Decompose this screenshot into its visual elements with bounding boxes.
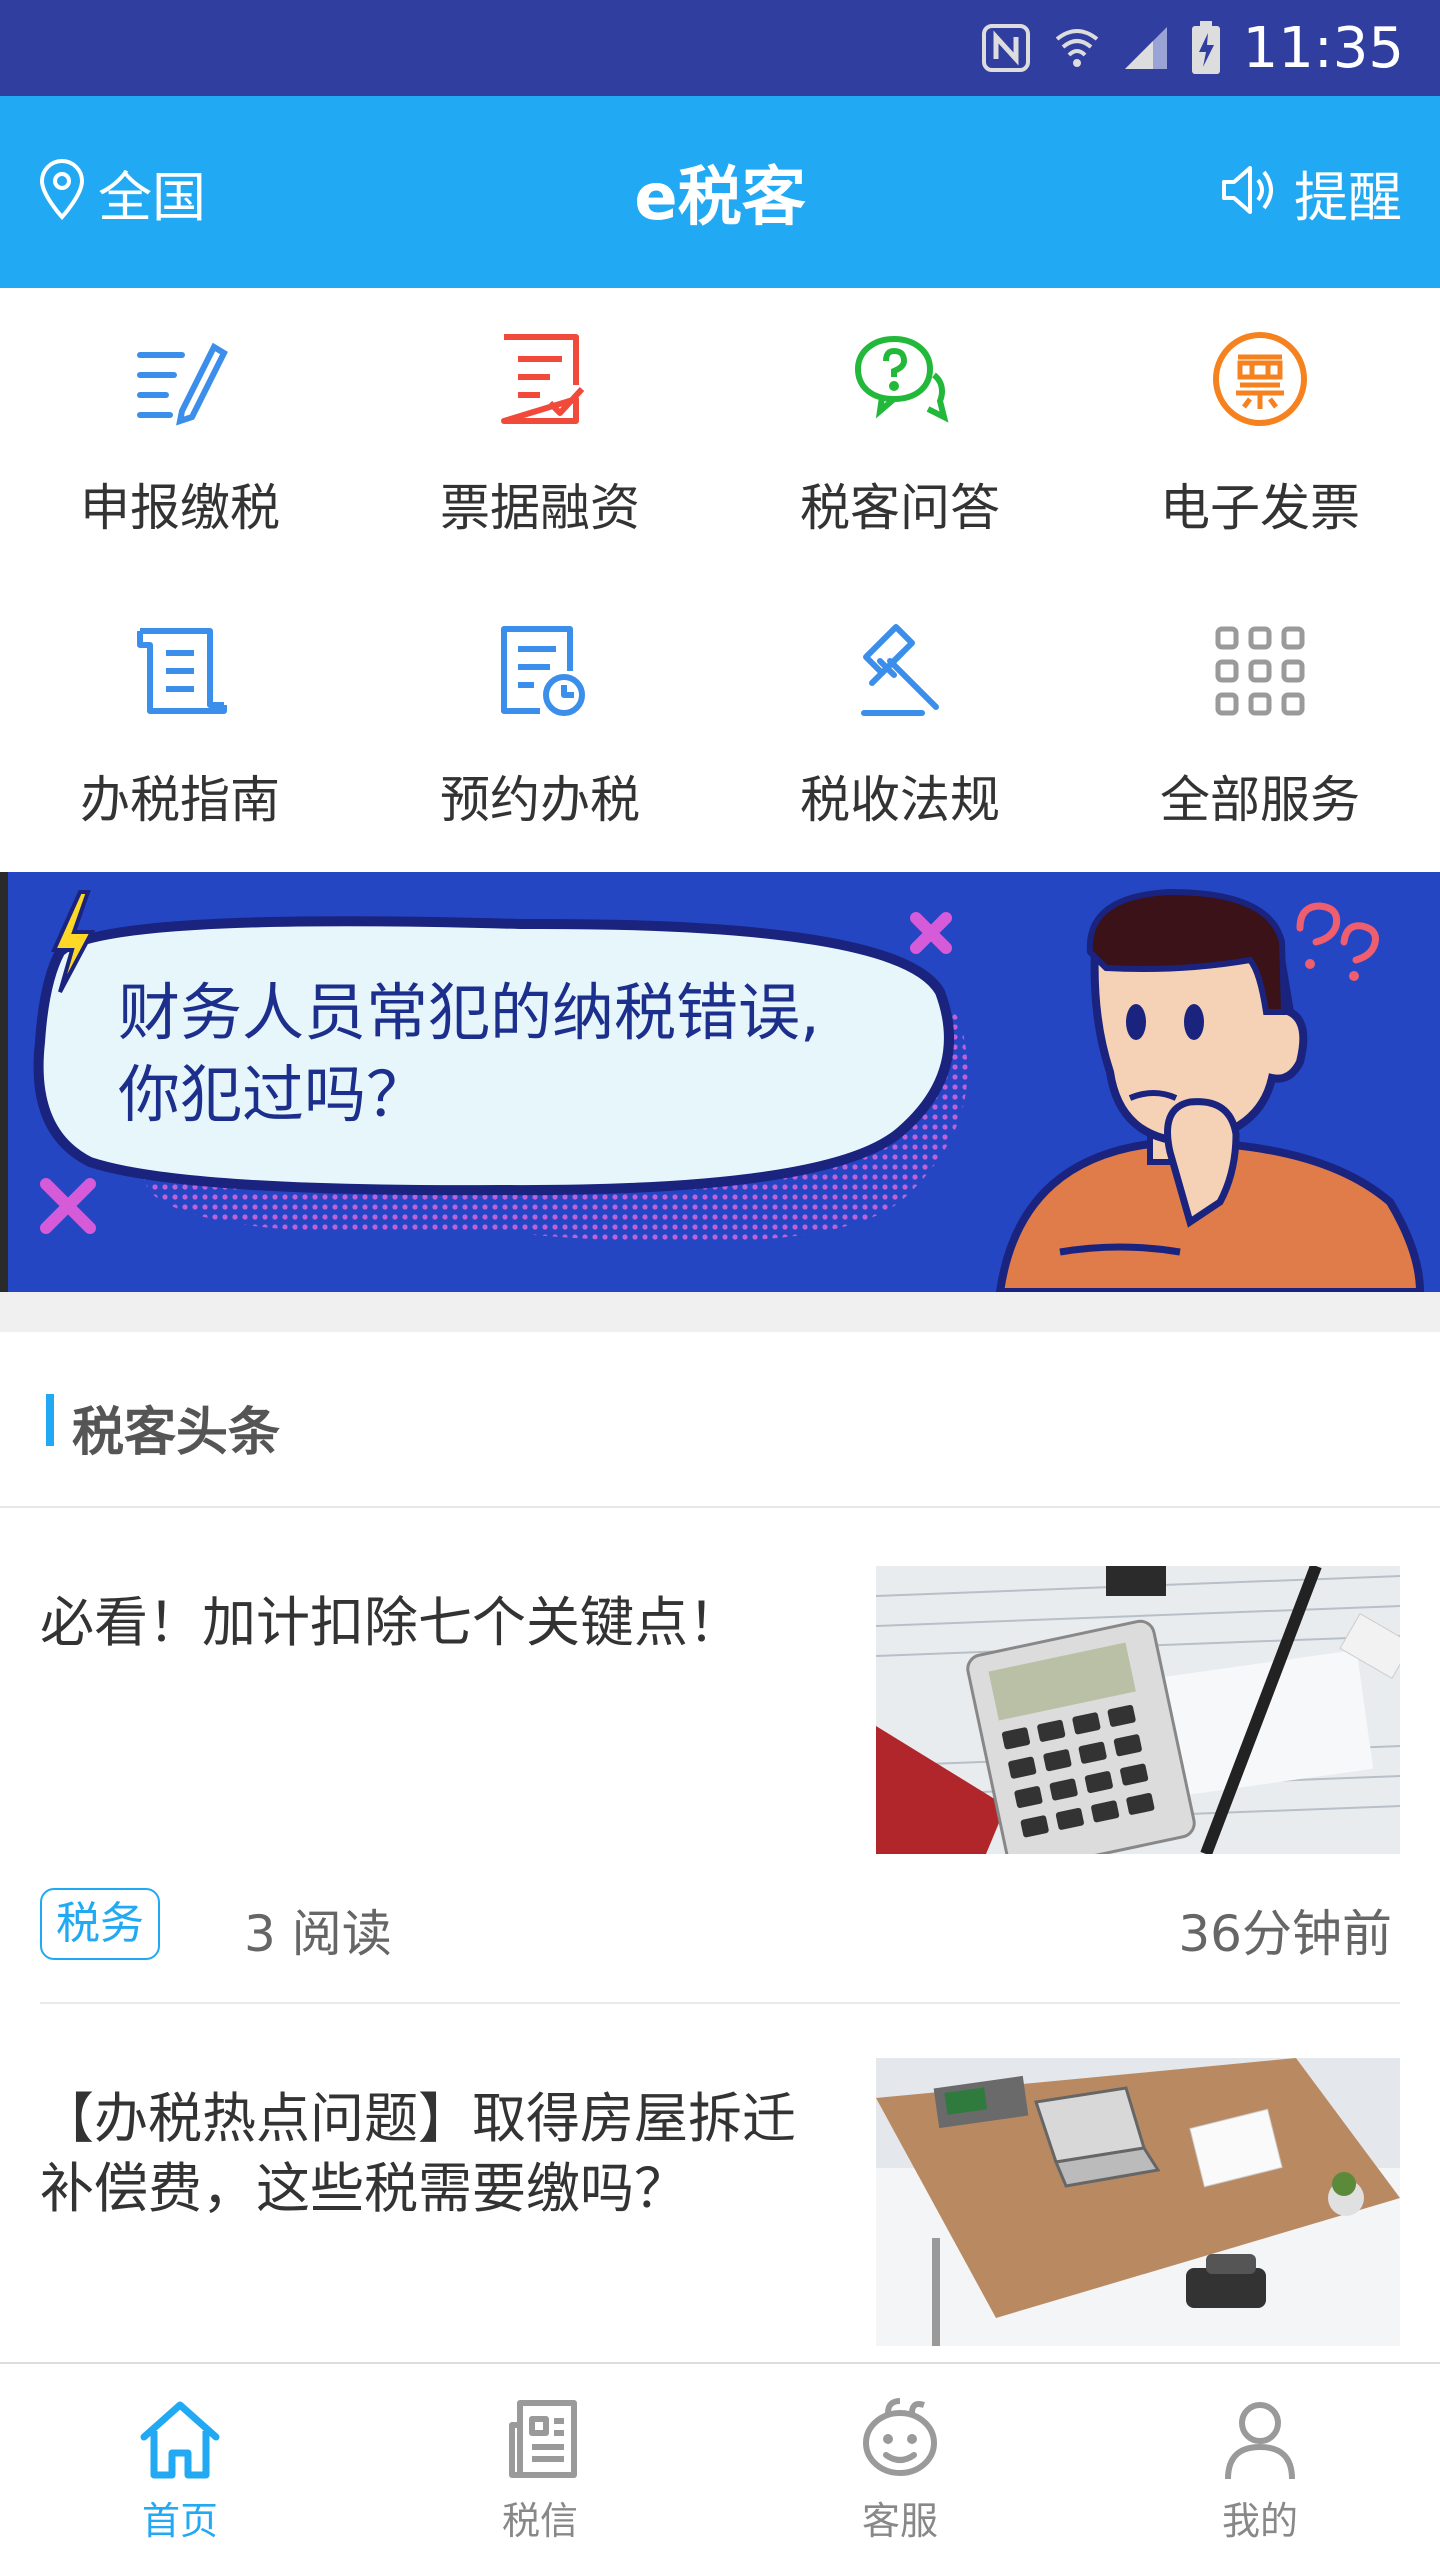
nav-home[interactable]: 首页	[0, 2364, 360, 2560]
banner-line-1: 财务人员常犯的纳税错误,	[118, 976, 820, 1049]
nav-label: 税信	[501, 2499, 578, 2543]
read-count: 3 阅读	[244, 1905, 392, 1963]
service-label: 全部服务	[1160, 771, 1360, 829]
e-invoice-icon	[1205, 324, 1315, 434]
service-tax-qa[interactable]: 税客问答	[720, 288, 1080, 580]
person-icon	[1217, 2396, 1303, 2482]
service-label: 预约办税	[440, 771, 640, 829]
nav-label: 首页	[141, 2499, 218, 2543]
service-declare-tax[interactable]: 申报缴税	[0, 288, 360, 580]
clock: 11:35	[1242, 15, 1404, 81]
edit-list-icon	[125, 324, 235, 434]
news-title: 【办税热点问题】取得房屋拆迁补偿费，这些税需要缴吗？	[40, 2087, 796, 2220]
publish-time: 36分钟前	[1178, 1905, 1392, 1963]
invoice-check-icon	[485, 324, 595, 434]
service-label: 申报缴税	[80, 479, 280, 537]
remind-button[interactable]: 提醒	[1218, 96, 1402, 288]
service-tax-law[interactable]: 税收法规	[720, 580, 1080, 872]
section-header: 税客头条	[0, 1332, 1440, 1508]
section-gap	[0, 1292, 1440, 1332]
wifi-icon	[1053, 23, 1101, 73]
speaker-icon	[1218, 162, 1280, 222]
service-tax-guide[interactable]: 办税指南	[0, 580, 360, 872]
service-appointment[interactable]: 预约办税	[360, 580, 720, 872]
news-title: 必看！加计扣除七个关键点！	[40, 1591, 742, 1654]
banner-line-2: 你犯过吗？	[118, 1058, 429, 1131]
news-item[interactable]: 【办税热点问题】取得房屋拆迁补偿费，这些税需要缴吗？	[40, 2004, 1400, 2362]
category-tag[interactable]: 税务	[40, 1888, 160, 1960]
location-selector[interactable]: 全国	[36, 96, 206, 288]
bottom-nav: 首页 税信 客服 我的	[0, 2362, 1440, 2560]
service-label: 办税指南	[80, 771, 280, 829]
home-icon	[137, 2396, 223, 2482]
office-desk-photo	[876, 2058, 1400, 2346]
battery-charging-icon	[1191, 21, 1221, 75]
nav-customer-service[interactable]: 客服	[720, 2364, 1080, 2560]
service-label: 电子发票	[1160, 479, 1360, 537]
robot-face-icon	[857, 2396, 943, 2482]
remind-label: 提醒	[1294, 165, 1402, 229]
section-title: 税客头条	[72, 1403, 281, 1463]
service-grid: 申报缴税 票据融资 税客问答 电子发票 办税指南 预约办税 税收法规 全部服务	[0, 288, 1440, 872]
promo-banner[interactable]: 财务人员常犯的纳税错误, 你犯过吗？	[0, 872, 1440, 1292]
nav-mine[interactable]: 我的	[1080, 2364, 1440, 2560]
nav-label: 我的	[1221, 2499, 1298, 2543]
banner-headline: 财务人员常犯的纳税错误, 你犯过吗？	[118, 972, 820, 1136]
news-item[interactable]: 必看！加计扣除七个关键点！ 税务 3 阅读 36分钟前	[40, 1508, 1400, 2006]
nav-tax-news[interactable]: 税信	[360, 2364, 720, 2560]
guide-scroll-icon	[125, 616, 235, 726]
news-icon	[497, 2396, 583, 2482]
service-e-invoice[interactable]: 电子发票	[1080, 288, 1440, 580]
service-bill-financing[interactable]: 票据融资	[360, 288, 720, 580]
service-label: 税客问答	[800, 479, 1000, 537]
location-pin-icon	[36, 159, 88, 225]
calculator-tax-forms-photo	[876, 1566, 1400, 1854]
gavel-icon	[845, 616, 955, 726]
nfc-icon	[981, 23, 1031, 73]
signal-icon	[1123, 25, 1169, 71]
grid-icon	[1205, 616, 1315, 726]
nav-label: 客服	[861, 2499, 938, 2543]
question-chat-icon	[845, 324, 955, 434]
location-label: 全国	[98, 165, 206, 229]
service-all[interactable]: 全部服务	[1080, 580, 1440, 872]
service-label: 票据融资	[440, 479, 640, 537]
service-label: 税收法规	[800, 771, 1000, 829]
status-bar: 11:35	[0, 0, 1440, 96]
news-meta: 税务 3 阅读 36分钟前	[40, 1888, 1400, 1964]
section-accent-bar	[46, 1394, 54, 1446]
appointment-clock-icon	[485, 616, 595, 726]
app-header: 全国 e税客 提醒	[0, 96, 1440, 288]
